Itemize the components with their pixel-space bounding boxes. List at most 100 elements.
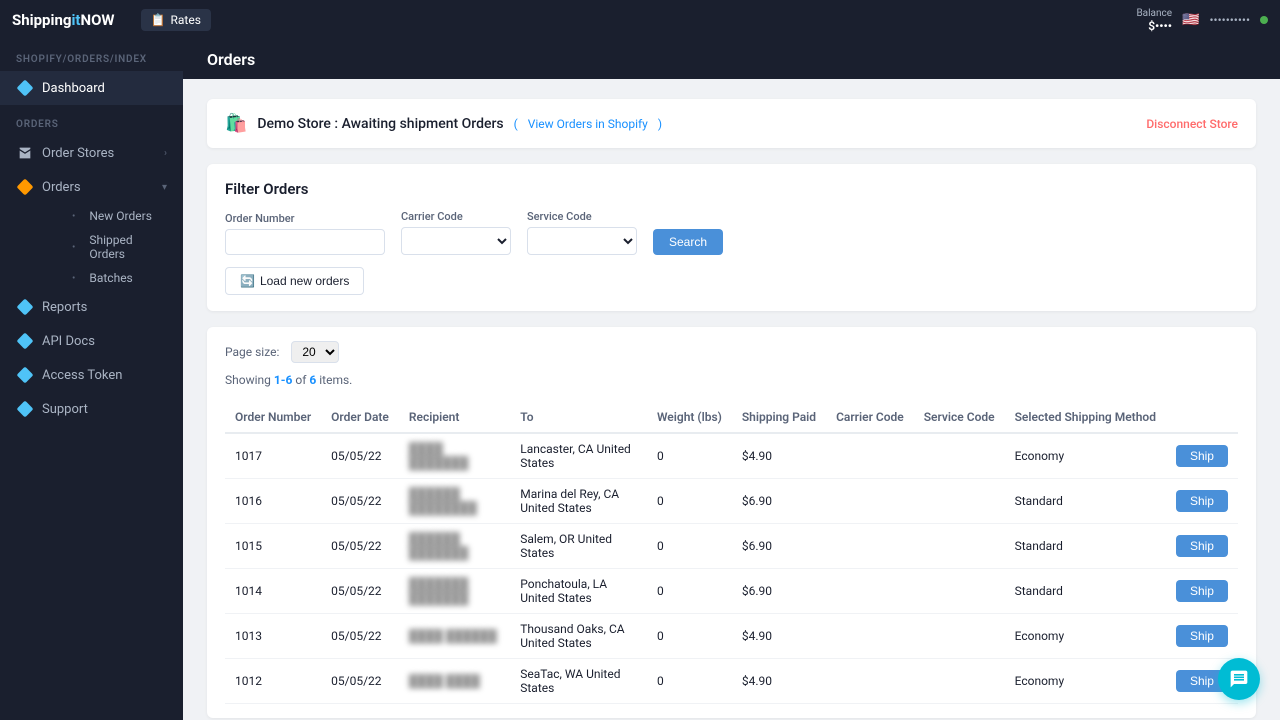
cell-service-code [914, 659, 1005, 704]
cell-shipping-method: Standard [1005, 524, 1166, 569]
search-button[interactable]: Search [653, 229, 723, 255]
cell-action: Ship [1166, 524, 1238, 569]
cell-order-date: 05/05/22 [321, 479, 399, 524]
order-number-input[interactable] [225, 229, 385, 255]
carrier-code-label: Carrier Code [401, 210, 511, 223]
cell-shipping-paid: $6.90 [732, 524, 826, 569]
cell-to: Lancaster, CA United States [510, 433, 647, 479]
filter-section: Filter Orders Order Number Carrier Code … [207, 164, 1256, 311]
cell-to: Thousand Oaks, CA United States [510, 614, 647, 659]
showing-range: 1-6 [274, 373, 293, 387]
ship-button[interactable]: Ship [1176, 445, 1228, 467]
carrier-code-select[interactable] [401, 227, 511, 255]
ship-button[interactable]: Ship [1176, 580, 1228, 602]
order-number-field: Order Number [225, 212, 385, 255]
sidebar-item-orders[interactable]: Orders ▾ [0, 170, 183, 204]
ship-button[interactable]: Ship [1176, 535, 1228, 557]
cell-to: Marina del Rey, CA United States [510, 479, 647, 524]
balance-value: $•••• [1148, 19, 1172, 33]
col-shipping-method: Selected Shipping Method [1005, 402, 1166, 433]
rates-tab[interactable]: 📋 Rates [141, 9, 211, 31]
sidebar-item-access-token[interactable]: Access Token [0, 358, 183, 392]
cell-weight: 0 [647, 524, 732, 569]
cell-shipping-paid: $4.90 [732, 614, 826, 659]
table-row: 1017 05/05/22 ████ ███████ Lancaster, CA… [225, 433, 1238, 479]
balance-box: Balance $•••• [1136, 8, 1172, 33]
cell-recipient: ██████ ███████ [399, 524, 510, 569]
cell-shipping-method: Standard [1005, 569, 1166, 614]
refresh-icon: 🔄 [240, 274, 255, 288]
table-section: Page size: 20 Showing 1-6 of 6 items. [207, 327, 1256, 718]
user-display: •••••••••• [1210, 13, 1251, 27]
main-content: Orders 🛍️ Demo Store : Awaiting shipment… [183, 40, 1280, 720]
cell-carrier-code [826, 569, 914, 614]
cell-order-date: 05/05/22 [321, 433, 399, 479]
balance-label: Balance [1136, 8, 1172, 19]
cell-order-number: 1014 [225, 569, 321, 614]
online-indicator [1260, 16, 1268, 24]
filter-title: Filter Orders [225, 180, 1238, 198]
service-code-select[interactable] [527, 227, 637, 255]
cell-shipping-paid: $6.90 [732, 479, 826, 524]
table-row: 1016 05/05/22 ██████ ████████ Marina del… [225, 479, 1238, 524]
cell-order-date: 05/05/22 [321, 614, 399, 659]
sidebar-item-support[interactable]: Support [0, 392, 183, 426]
cell-order-number: 1016 [225, 479, 321, 524]
sidebar-label-dashboard: Dashboard [42, 81, 105, 96]
page-size-select[interactable]: 20 [291, 341, 339, 363]
cell-action: Ship [1166, 479, 1238, 524]
cell-order-date: 05/05/22 [321, 659, 399, 704]
view-orders-link[interactable]: ( [514, 117, 518, 131]
cell-carrier-code [826, 524, 914, 569]
sidebar-item-batches[interactable]: Batches [36, 266, 183, 290]
col-carrier-code: Carrier Code [826, 402, 914, 433]
col-weight: Weight (lbs) [647, 402, 732, 433]
disconnect-store-button[interactable]: Disconnect Store [1146, 117, 1238, 131]
showing-text: Showing 1-6 of 6 items. [225, 373, 1238, 387]
carrier-code-field: Carrier Code [401, 210, 511, 255]
content-area: 🛍️ Demo Store : Awaiting shipment Orders… [183, 79, 1280, 720]
table-row: 1012 05/05/22 ████ ████ SeaTac, WA Unite… [225, 659, 1238, 704]
col-order-date: Order Date [321, 402, 399, 433]
cell-to: SeaTac, WA United States [510, 659, 647, 704]
cell-recipient: ████ ███████ [399, 433, 510, 479]
access-token-icon [16, 366, 34, 384]
cell-service-code [914, 614, 1005, 659]
ship-button[interactable]: Ship [1176, 625, 1228, 647]
cell-action: Ship [1166, 569, 1238, 614]
cell-weight: 0 [647, 659, 732, 704]
load-new-orders-button[interactable]: 🔄 Load new orders [225, 267, 364, 295]
table-header: Order Number Order Date Recipient To Wei… [225, 402, 1238, 433]
col-shipping-paid: Shipping Paid [732, 402, 826, 433]
orders-diamond-icon [16, 178, 34, 196]
sidebar-label-support: Support [42, 402, 88, 417]
cell-shipping-method: Economy [1005, 614, 1166, 659]
page-header: Orders [183, 40, 1280, 79]
filter-row: Order Number Carrier Code Service Code [225, 210, 1238, 255]
cell-order-number: 1013 [225, 614, 321, 659]
cell-carrier-code [826, 614, 914, 659]
nav-right: Balance $•••• 🇺🇸 •••••••••• [1136, 8, 1268, 33]
cell-shipping-paid: $4.90 [732, 433, 826, 479]
sidebar-item-shipped-orders[interactable]: Shipped Orders [36, 228, 183, 266]
cell-order-number: 1015 [225, 524, 321, 569]
cell-service-code [914, 433, 1005, 479]
ship-button[interactable]: Ship [1176, 490, 1228, 512]
sidebar-item-dashboard[interactable]: Dashboard [0, 71, 183, 105]
chat-bubble-button[interactable] [1218, 658, 1260, 700]
flag-icon: 🇺🇸 [1182, 12, 1199, 28]
sidebar-item-new-orders[interactable]: New Orders [36, 204, 183, 228]
orders-section-label: ORDERS [0, 105, 183, 136]
orders-table: Order Number Order Date Recipient To Wei… [225, 402, 1238, 704]
view-in-shopify-link[interactable]: View Orders in Shopify [528, 117, 648, 131]
sidebar-item-order-stores[interactable]: Order Stores › [0, 136, 183, 170]
diamond-icon [16, 79, 34, 97]
orders-submenu: New Orders Shipped Orders Batches [0, 204, 183, 290]
sidebar-label-access-token: Access Token [42, 368, 122, 383]
cell-order-number: 1017 [225, 433, 321, 479]
top-navigation: ShippingitNOW 📋 Rates Balance $•••• 🇺🇸 •… [0, 0, 1280, 40]
sidebar-item-reports[interactable]: Reports [0, 290, 183, 324]
store-title: Demo Store : Awaiting shipment Orders [257, 116, 503, 132]
service-code-field: Service Code [527, 210, 637, 255]
sidebar-item-api-docs[interactable]: API Docs [0, 324, 183, 358]
